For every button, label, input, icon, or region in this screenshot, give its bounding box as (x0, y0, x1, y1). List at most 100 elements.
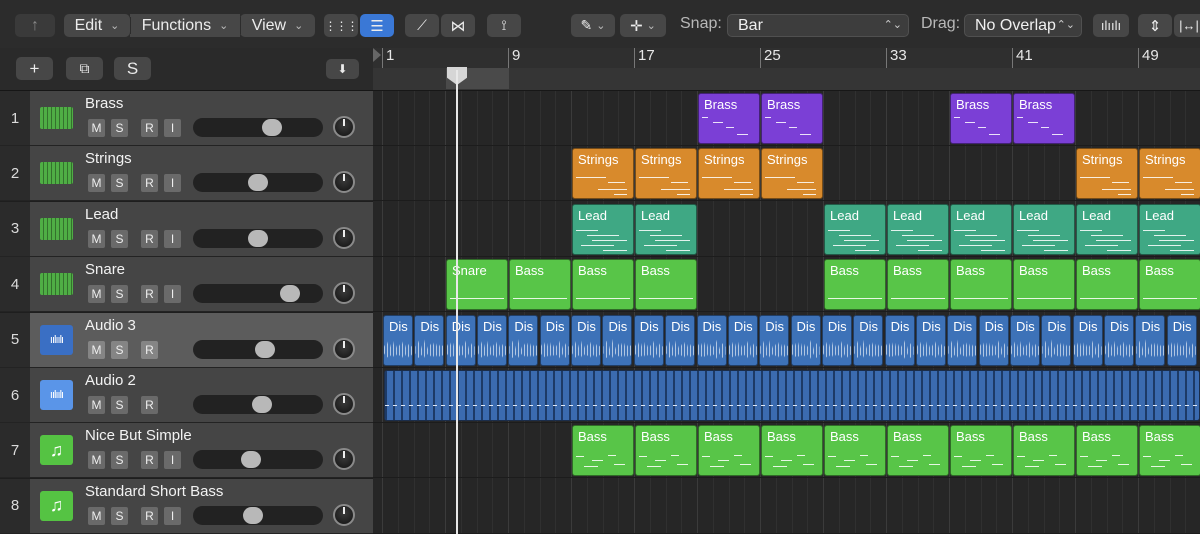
dis-region[interactable]: Dis (821, 314, 852, 366)
track-row[interactable]: 5 ıılıılı Audio 3 MSR (0, 312, 373, 368)
secondary-tool-menu[interactable]: ✛ ⌄ (620, 14, 666, 37)
record-enable-button[interactable]: R (141, 506, 158, 525)
volume-slider[interactable] (193, 118, 323, 137)
pan-knob[interactable] (333, 171, 355, 194)
volume-slider[interactable] (193, 505, 323, 525)
playhead[interactable] (456, 70, 458, 534)
dis-region[interactable]: Dis (1104, 314, 1135, 366)
volume-slider[interactable] (193, 339, 323, 359)
track-row[interactable]: 4 Snare M S R I (0, 257, 373, 313)
record-enable-button[interactable]: R (141, 451, 158, 470)
view-menu[interactable]: View ⌄ (240, 14, 315, 37)
track-header[interactable]: Strings M S R I (30, 146, 373, 201)
volume-slider-knob[interactable] (262, 119, 283, 136)
strings-region[interactable]: Strings (572, 148, 634, 200)
track-header[interactable]: ıılıılı Audio 2 MSR (30, 368, 373, 422)
bass_snare-region[interactable]: Bass (509, 259, 571, 311)
bass_snare-region[interactable]: Bass (1076, 259, 1138, 311)
volume-slider[interactable] (193, 450, 323, 470)
bass-region[interactable]: Bass (635, 425, 697, 477)
dis-region[interactable]: Dis (947, 314, 978, 366)
dis-region[interactable]: Dis (884, 314, 915, 366)
solo-button[interactable]: S (111, 396, 128, 414)
volume-slider[interactable] (193, 395, 323, 414)
bass-region[interactable]: Bass (1139, 425, 1200, 477)
dis-region[interactable]: Dis (1166, 314, 1197, 366)
track-row[interactable]: 1 Brass M S R I (0, 91, 373, 146)
record-enable-button[interactable]: R (141, 285, 158, 304)
pan-knob[interactable] (333, 503, 355, 526)
lead-region[interactable]: Lead (887, 203, 949, 255)
bass-region[interactable]: Bass (572, 425, 634, 477)
pan-knob[interactable] (333, 226, 355, 249)
strings-region[interactable]: Strings (1139, 148, 1200, 200)
bass_snare-region[interactable]: Bass (824, 259, 886, 311)
solo-button[interactable]: S (111, 506, 128, 525)
mute-button[interactable]: M (88, 506, 105, 525)
volume-slider-knob[interactable] (248, 174, 268, 192)
input-monitor-button[interactable]: I (164, 451, 181, 470)
dis-region[interactable]: Dis (539, 314, 570, 366)
snap-select[interactable]: Bar ⌃⌄ (727, 14, 909, 37)
track-header[interactable]: ıılıılı Audio 3 MSR (30, 312, 373, 367)
lead-region[interactable]: Lead (635, 203, 697, 255)
grid-view-button[interactable]: ⋮⋮⋮ (324, 14, 359, 37)
track-header[interactable]: ♫ Nice But Simple M S R I (30, 423, 373, 478)
dis-region[interactable]: Dis (633, 314, 664, 366)
back-arrow-button[interactable]: ↑ (15, 14, 55, 37)
volume-slider[interactable] (193, 284, 323, 304)
dis-region[interactable]: Dis (602, 314, 633, 366)
solo-button[interactable]: S (111, 174, 128, 193)
pan-knob[interactable] (333, 116, 355, 138)
track-header[interactable]: Brass M S R I (30, 91, 373, 145)
strings-region[interactable]: Strings (698, 148, 760, 200)
dis-region[interactable]: Dis (665, 314, 696, 366)
pointer-tool-menu[interactable]: ✎ ⌄ (571, 14, 615, 37)
input-monitor-button[interactable]: I (164, 506, 181, 525)
edit-menu[interactable]: Edit ⌄ (64, 14, 130, 37)
dis-region[interactable]: Dis (915, 314, 946, 366)
mute-button[interactable]: M (88, 340, 105, 359)
functions-menu[interactable]: Functions ⌄ (130, 14, 240, 37)
bass-region[interactable]: Bass (761, 425, 823, 477)
record-enable-button[interactable]: R (141, 229, 158, 248)
dis-region[interactable]: Dis (790, 314, 821, 366)
strings-region[interactable]: Strings (1076, 148, 1138, 200)
dis-region[interactable]: Dis (696, 314, 727, 366)
solo-button[interactable]: S (111, 285, 128, 304)
dis-region[interactable]: Dis (727, 314, 758, 366)
bass_snare-region[interactable]: Bass (1013, 259, 1075, 311)
track-row[interactable]: 8 ♫ Standard Short Bass M S R I (0, 478, 373, 534)
brass-region[interactable]: Brass (950, 93, 1012, 144)
bass_snare-region[interactable]: Bass (635, 259, 697, 311)
lead-region[interactable]: Lead (1013, 203, 1075, 255)
lead-region[interactable]: Lead (572, 203, 634, 255)
volume-slider-knob[interactable] (248, 229, 268, 247)
bass-region[interactable]: Bass (950, 425, 1012, 477)
add-track-button[interactable]: + (16, 57, 53, 80)
dis-region[interactable]: Dis (1010, 314, 1040, 366)
input-monitor-button[interactable]: I (164, 174, 181, 193)
strings-region[interactable]: Strings (635, 148, 697, 200)
volume-slider-knob[interactable] (241, 451, 262, 469)
input-monitor-button[interactable]: I (164, 285, 181, 304)
bass_snare-region[interactable]: Bass (950, 259, 1012, 311)
dis-region[interactable]: Dis (571, 314, 602, 366)
automation-button[interactable]: ⟋ (405, 14, 439, 37)
solo-button[interactable]: S (111, 119, 128, 137)
bass-region[interactable]: Bass (1076, 425, 1138, 477)
drag-select[interactable]: No Overlap ⌃⌄ (964, 14, 1082, 37)
mute-button[interactable]: M (88, 451, 105, 470)
dis-region[interactable]: Dis (1072, 314, 1103, 366)
bass-region[interactable]: Bass (887, 425, 949, 477)
cycle-area[interactable] (373, 68, 1200, 90)
bass_snare-region[interactable]: Bass (572, 259, 634, 311)
dis-region[interactable]: Dis (1041, 314, 1072, 366)
lead-region[interactable]: Lead (1139, 203, 1200, 255)
mute-button[interactable]: M (88, 229, 105, 248)
waveform-zoom-button[interactable]: ılıılı (1093, 14, 1129, 37)
dis-region[interactable]: Dis (445, 314, 476, 366)
pan-knob[interactable] (333, 337, 355, 360)
dis-region[interactable]: Dis (383, 314, 413, 366)
volume-slider-knob[interactable] (252, 396, 273, 413)
